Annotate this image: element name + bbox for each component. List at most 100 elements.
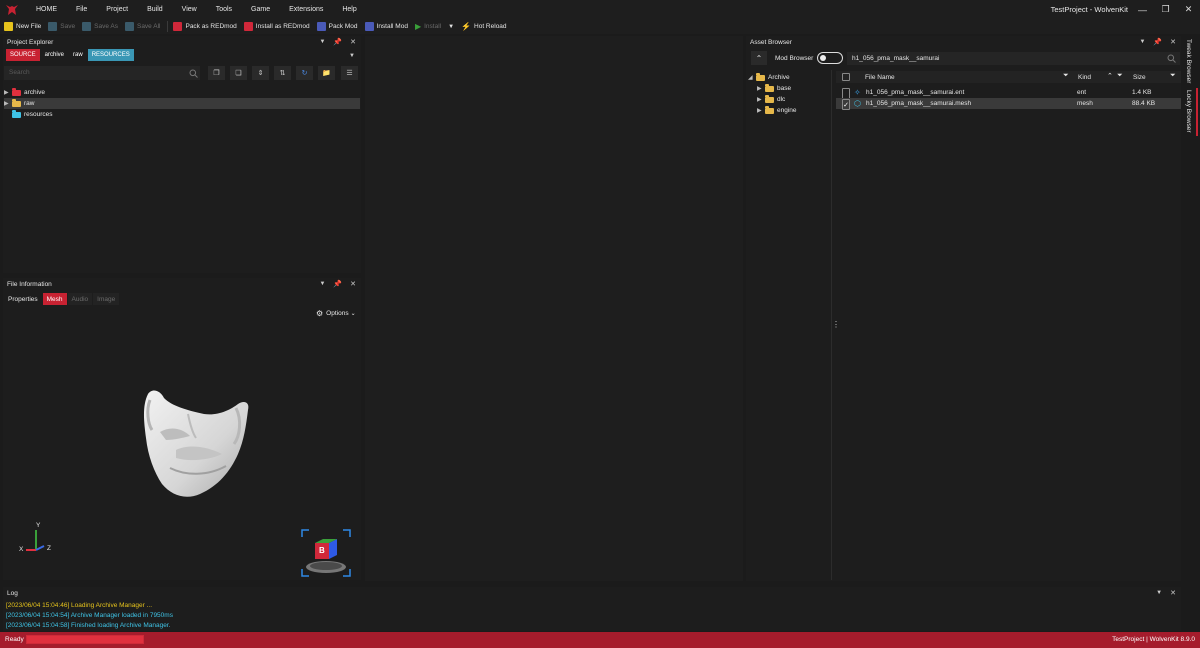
tree-item-resources[interactable]: resources xyxy=(4,109,360,120)
column-file-name[interactable]: File Name xyxy=(865,74,895,81)
tree-item-archive-root[interactable]: ◢ Archive xyxy=(748,72,790,83)
pin-icon[interactable]: 📌 xyxy=(1153,38,1162,46)
filter-icon[interactable]: ⏷ xyxy=(1063,72,1069,80)
close-icon[interactable]: ✕ xyxy=(1170,38,1176,46)
install-label: Install xyxy=(424,23,442,30)
hamburger-menu-icon[interactable]: ☰ xyxy=(341,66,358,80)
chevron-down-icon[interactable]: ▼ xyxy=(1139,39,1145,45)
view-cube[interactable]: B xyxy=(301,529,351,577)
install-dropdown[interactable]: ▼ xyxy=(448,24,454,30)
restore-icon[interactable]: ❐ xyxy=(1154,0,1177,19)
refresh-icon[interactable]: ↻ xyxy=(296,66,313,80)
mod-browser-toggle[interactable] xyxy=(817,52,843,64)
menu-home[interactable]: HOME xyxy=(27,6,67,13)
tree-item-label: archive xyxy=(24,89,45,96)
sort-ascending-icon[interactable]: ⌃ xyxy=(1107,72,1113,80)
pin-icon[interactable]: 📌 xyxy=(333,280,342,288)
open-folder-icon[interactable]: 📁 xyxy=(318,66,335,80)
new-file-label: New File xyxy=(16,23,42,30)
mesh-preview-viewport[interactable] xyxy=(130,380,260,505)
save-as-button[interactable]: Save As xyxy=(82,22,118,31)
play-icon: ▶ xyxy=(414,22,422,31)
save-as-label: Save As xyxy=(94,23,118,30)
close-icon[interactable]: ✕ xyxy=(350,280,356,288)
menu-project[interactable]: Project xyxy=(97,6,138,13)
menu-tools[interactable]: Tools xyxy=(207,6,242,13)
close-icon[interactable]: ✕ xyxy=(350,38,356,46)
tab-archive[interactable]: archive xyxy=(40,49,69,61)
tree-item-engine[interactable]: ▶ engine xyxy=(757,105,797,116)
expand-arrow-icon[interactable]: ▶ xyxy=(757,85,765,92)
expand-arrow-icon[interactable]: ▶ xyxy=(4,100,12,107)
asset-search-input[interactable]: h1_056_pma_mask__samurai xyxy=(847,52,1180,65)
pin-icon[interactable]: 📌 xyxy=(333,38,342,46)
tab-source[interactable]: SOURCE xyxy=(6,49,40,61)
close-icon[interactable]: ✕ xyxy=(1177,0,1200,19)
new-file-button[interactable]: New File xyxy=(4,22,41,31)
tabs-overflow-chevron-icon[interactable]: ▼ xyxy=(349,53,355,59)
close-icon[interactable]: ✕ xyxy=(1170,589,1176,597)
pack-redmod-button[interactable]: Pack as REDmod xyxy=(173,22,237,31)
expand-vertical-icon[interactable]: ⇕ xyxy=(252,66,269,80)
chevron-down-icon[interactable]: ▼ xyxy=(319,39,325,45)
search-icon xyxy=(1167,54,1176,65)
tab-image[interactable]: Image xyxy=(93,293,120,305)
chevron-down-icon[interactable]: ▼ xyxy=(319,281,325,287)
project-search-input[interactable]: Search xyxy=(4,66,200,80)
pack-redmod-label: Pack as REDmod xyxy=(185,23,237,30)
menu-build[interactable]: Build xyxy=(138,6,173,13)
options-button[interactable]: ⚙ Options ⌄ xyxy=(316,309,356,318)
save-icon xyxy=(48,22,58,31)
menu-help[interactable]: Help xyxy=(333,6,366,13)
menu-view[interactable]: View xyxy=(173,6,207,13)
tab-properties[interactable]: Properties xyxy=(4,293,42,305)
gear-icon: ⚙ xyxy=(316,309,324,318)
filter-icon[interactable]: ⏷ xyxy=(1117,72,1123,80)
tab-tweak-browser[interactable]: Tweak Browser xyxy=(1185,39,1192,83)
splitter-handle-icon[interactable]: ⋮ xyxy=(832,320,840,329)
tab-resources[interactable]: RESOURCES xyxy=(87,49,134,61)
install-mod-button[interactable]: Install Mod xyxy=(364,22,408,31)
file-information-header: File Information ▼ 📌 ✕ xyxy=(3,278,361,290)
menu-game[interactable]: Game xyxy=(242,6,280,13)
tree-item-base[interactable]: ▶ base xyxy=(757,83,791,94)
tree-item-archive[interactable]: ▶ archive xyxy=(4,87,360,98)
tab-mesh[interactable]: Mesh xyxy=(42,293,67,305)
save-button[interactable]: Save xyxy=(48,22,75,31)
expand-arrow-icon[interactable]: ▶ xyxy=(4,89,12,96)
navigate-up-button[interactable]: ⌃ xyxy=(751,51,767,65)
column-size[interactable]: Size xyxy=(1133,74,1146,81)
expanded-arrow-icon[interactable]: ◢ xyxy=(748,74,756,81)
select-all-checkbox[interactable] xyxy=(842,73,850,81)
folder-icon xyxy=(12,98,21,107)
tab-audio[interactable]: Audio xyxy=(67,293,93,305)
hot-reload-button[interactable]: ⚡ Hot Reload xyxy=(461,22,507,31)
log-header: Log ▼ ✕ xyxy=(3,587,1181,599)
tree-item-dlc[interactable]: ▶ dlc xyxy=(757,94,785,105)
install-button[interactable]: ▶ Install xyxy=(415,22,441,31)
tree-item-raw[interactable]: ▶ raw xyxy=(4,98,360,109)
table-row[interactable]: ✓ ⬡ h1_056_pma_mask__samurai.mesh mesh 8… xyxy=(836,98,1181,110)
table-row[interactable]: ✧ h1_056_pma_mask__samurai.ent ent 1.4 K… xyxy=(836,87,1181,99)
expand-all-icon[interactable]: ❐ xyxy=(208,66,225,80)
save-all-button[interactable]: Save All xyxy=(124,22,160,31)
install-redmod-button[interactable]: Install as REDmod xyxy=(243,22,310,31)
filter-icon[interactable]: ⏷ xyxy=(1170,72,1176,80)
expand-arrow-icon[interactable]: ▶ xyxy=(757,96,765,103)
minimize-icon[interactable]: — xyxy=(1131,0,1154,19)
menu-file[interactable]: File xyxy=(67,6,97,13)
tab-raw[interactable]: raw xyxy=(69,49,87,61)
column-kind[interactable]: Kind xyxy=(1078,74,1091,81)
panel-title: Project Explorer xyxy=(7,38,54,46)
chevron-down-icon: ▼ xyxy=(448,23,455,30)
collapse-vertical-icon[interactable]: ⇅ xyxy=(274,66,291,80)
pack-mod-button[interactable]: Pack Mod xyxy=(316,22,358,31)
tab-locky-browser[interactable]: Locky Browser xyxy=(1185,90,1192,133)
menu-extensions[interactable]: Extensions xyxy=(280,6,333,13)
expand-arrow-icon[interactable]: ▶ xyxy=(757,107,765,114)
chevron-down-icon[interactable]: ▼ xyxy=(1156,590,1162,596)
row-checkbox[interactable]: ✓ xyxy=(842,99,850,110)
axis-label-z: Z xyxy=(47,545,51,552)
collapse-all-icon[interactable]: ❏ xyxy=(230,66,247,80)
axis-label-x: X xyxy=(19,546,24,553)
